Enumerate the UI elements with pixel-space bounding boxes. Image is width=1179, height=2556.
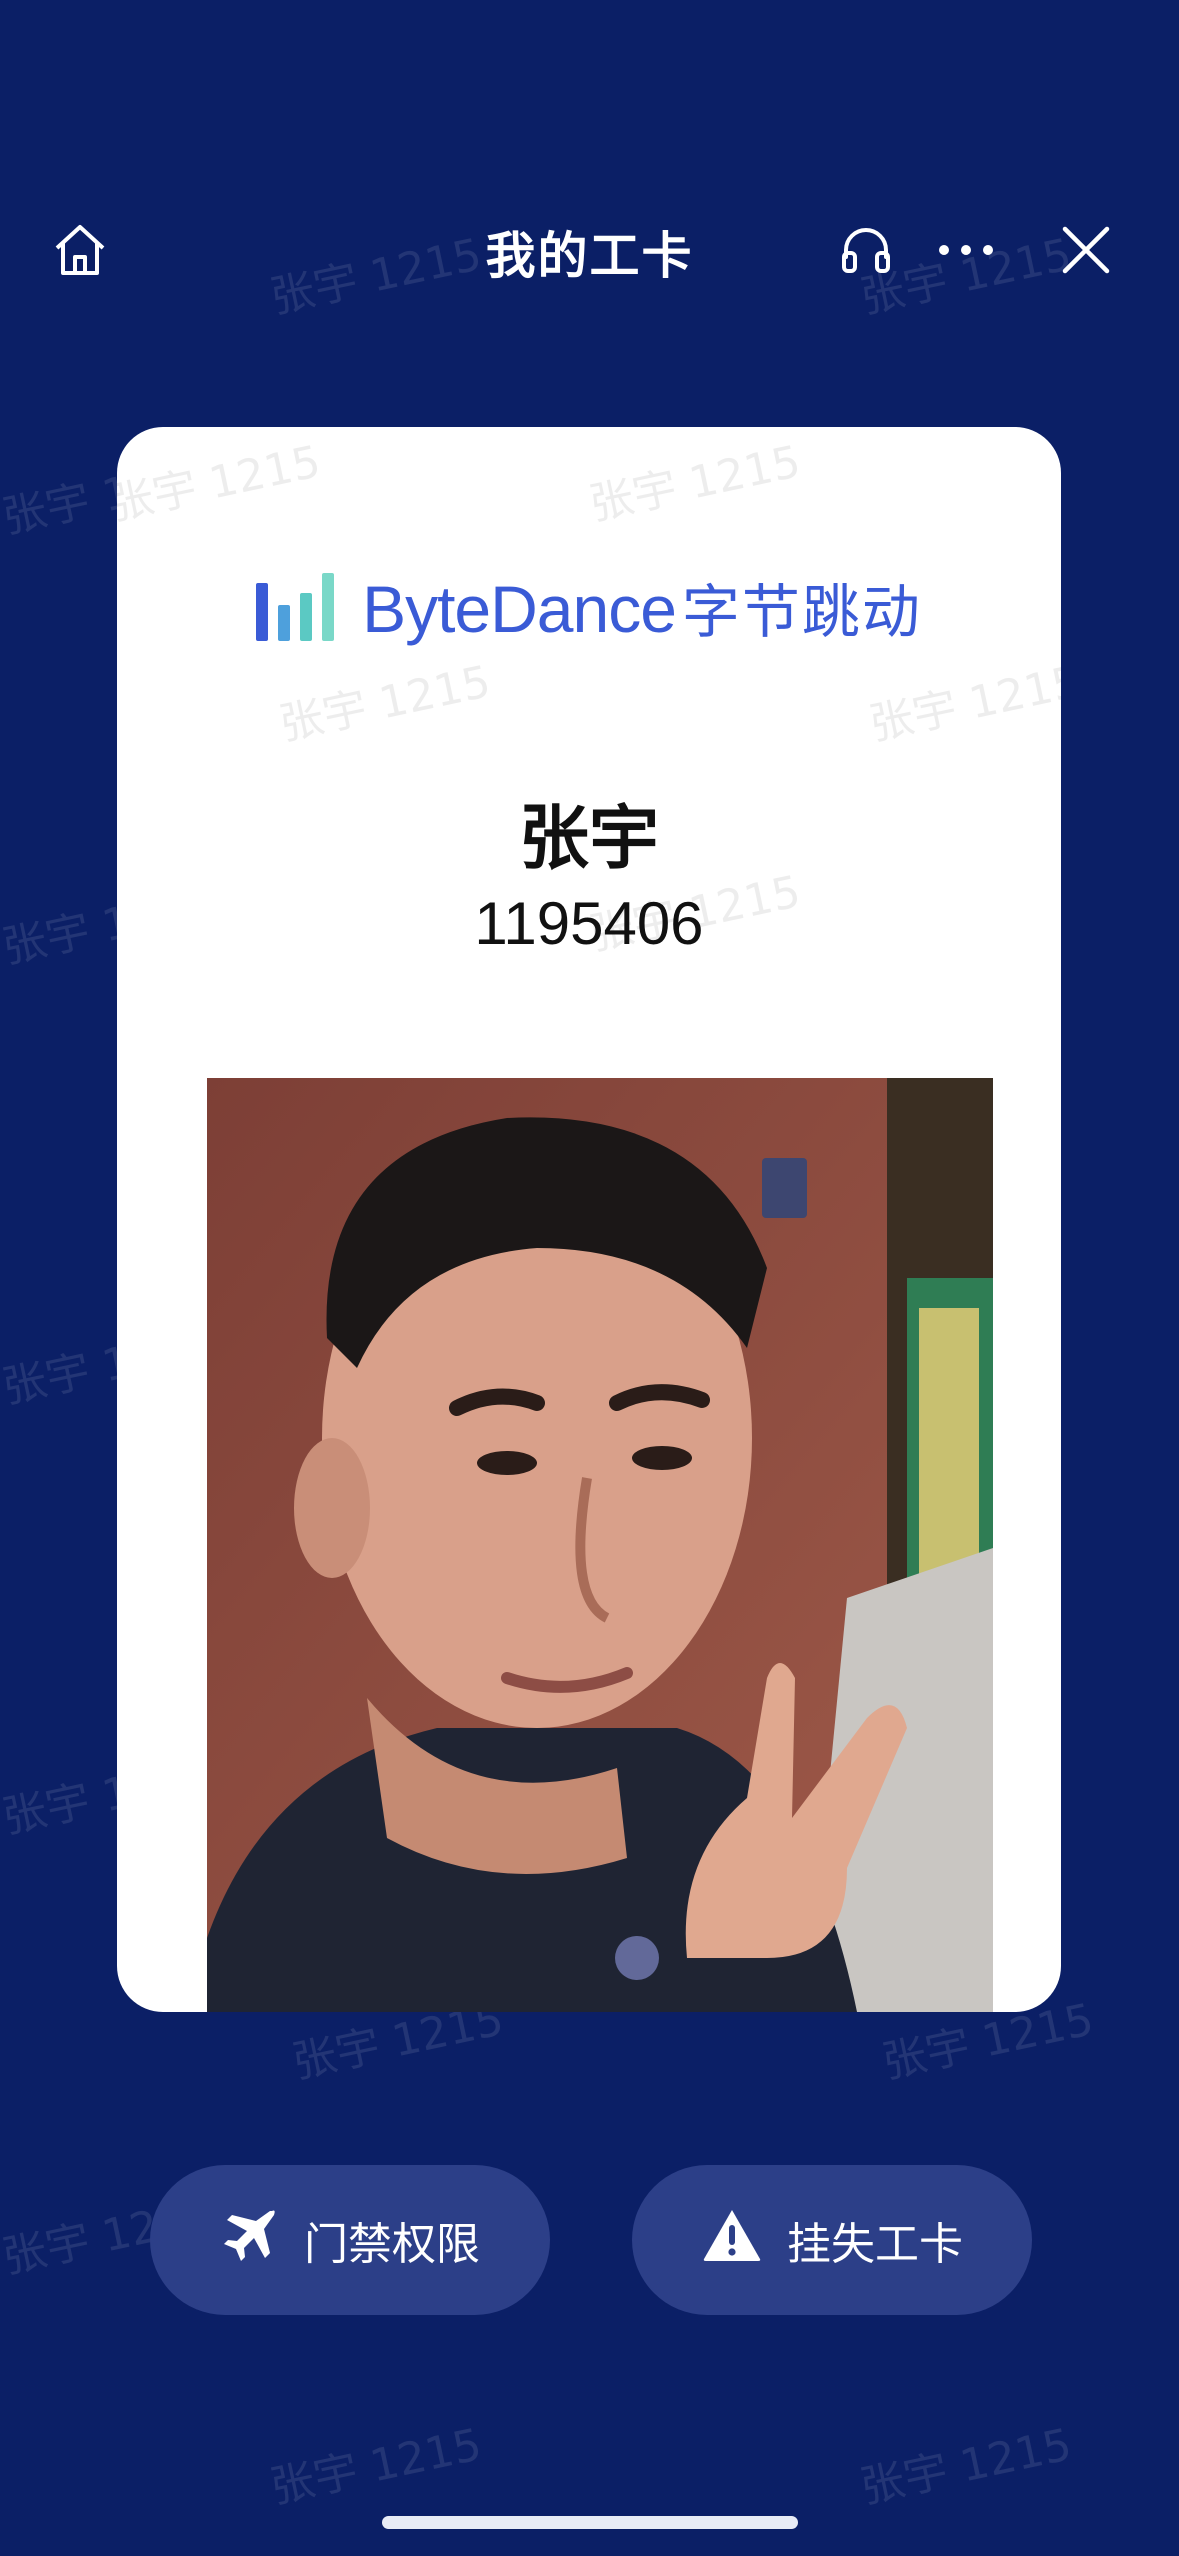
home-indicator[interactable]: [382, 2516, 798, 2529]
watermark-text: 张宇 1215: [855, 2419, 1076, 2514]
more-icon[interactable]: [928, 218, 1004, 282]
logo-text-cn: 字节跳动: [681, 578, 922, 646]
employee-photo: [207, 1078, 993, 2012]
watermark-text: 张宇 1215: [584, 436, 805, 531]
close-icon[interactable]: [1054, 218, 1118, 282]
airplane-icon: [220, 2205, 280, 2276]
watermark-text: 张宇 1215: [117, 436, 325, 531]
report-lost-card-label: 挂失工卡: [787, 2219, 963, 2270]
company-logo: ByteDance 字节跳动: [117, 557, 1061, 657]
top-nav-bar: 我的工卡: [0, 190, 1179, 300]
access-permissions-button[interactable]: 门禁权限: [150, 2165, 550, 2315]
logo-bars-icon: [256, 573, 335, 641]
employee-badge-card: 张宇 1215 张宇 1215 张宇 1215 张宇 1215 张宇 1215 …: [117, 427, 1061, 2012]
report-lost-card-button[interactable]: 挂失工卡: [632, 2165, 1032, 2315]
watermark-text: 张宇 1215: [274, 656, 495, 751]
employee-id: 1195406: [474, 890, 704, 957]
watermark-text: 张宇 1215: [864, 656, 1061, 751]
watermark-text: 张宇 1215: [265, 2419, 486, 2514]
employee-name: 张宇: [519, 797, 659, 879]
logo-text: ByteDance: [362, 572, 677, 646]
access-permissions-label: 门禁权限: [304, 2219, 480, 2270]
headset-icon[interactable]: [834, 218, 898, 282]
warning-icon: [701, 2207, 763, 2274]
